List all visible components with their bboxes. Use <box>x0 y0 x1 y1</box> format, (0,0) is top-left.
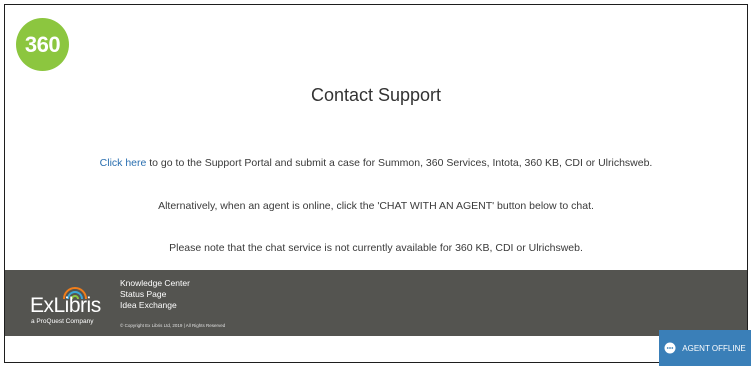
agent-button-label: AGENT OFFLINE <box>682 343 746 353</box>
agent-offline-button[interactable]: AGENT OFFLINE <box>659 330 751 366</box>
support-portal-text: to go to the Support Portal and submit a… <box>146 157 653 169</box>
page-title: Contact Support <box>310 85 442 105</box>
click-here-link[interactable]: Click here <box>100 157 147 169</box>
logo-360-text: 360 <box>24 31 61 57</box>
support-portal-line: Click here to go to the Support Portal a… <box>5 157 747 169</box>
exlibris-subtitle: a ProQuest Company <box>31 318 94 325</box>
footer-links: Knowledge Center Status Page Idea Exchan… <box>120 278 190 311</box>
exlibris-logo[interactable]: ExLibris a ProQuest Company <box>30 284 110 326</box>
footer-link-knowledge-center[interactable]: Knowledge Center <box>120 278 190 289</box>
chat-instructions-text: Alternatively, when an agent is online, … <box>158 200 594 212</box>
logo-360[interactable]: 360 <box>16 18 69 71</box>
page-frame: 360 Contact Support Click here to go to … <box>4 4 748 363</box>
footer-link-status-page[interactable]: Status Page <box>120 289 190 300</box>
footer-link-idea-exchange[interactable]: Idea Exchange <box>120 300 190 311</box>
chat-availability-note: Please note that the chat service is not… <box>169 242 583 254</box>
exlibris-wordmark: ExLibris <box>30 294 101 317</box>
copyright-text: © Copyright Ex Libris Ltd, 2019 | All Ri… <box>120 323 226 328</box>
footer: ExLibris a ProQuest Company Knowledge Ce… <box>5 270 747 336</box>
chat-bubble-icon <box>664 342 676 354</box>
